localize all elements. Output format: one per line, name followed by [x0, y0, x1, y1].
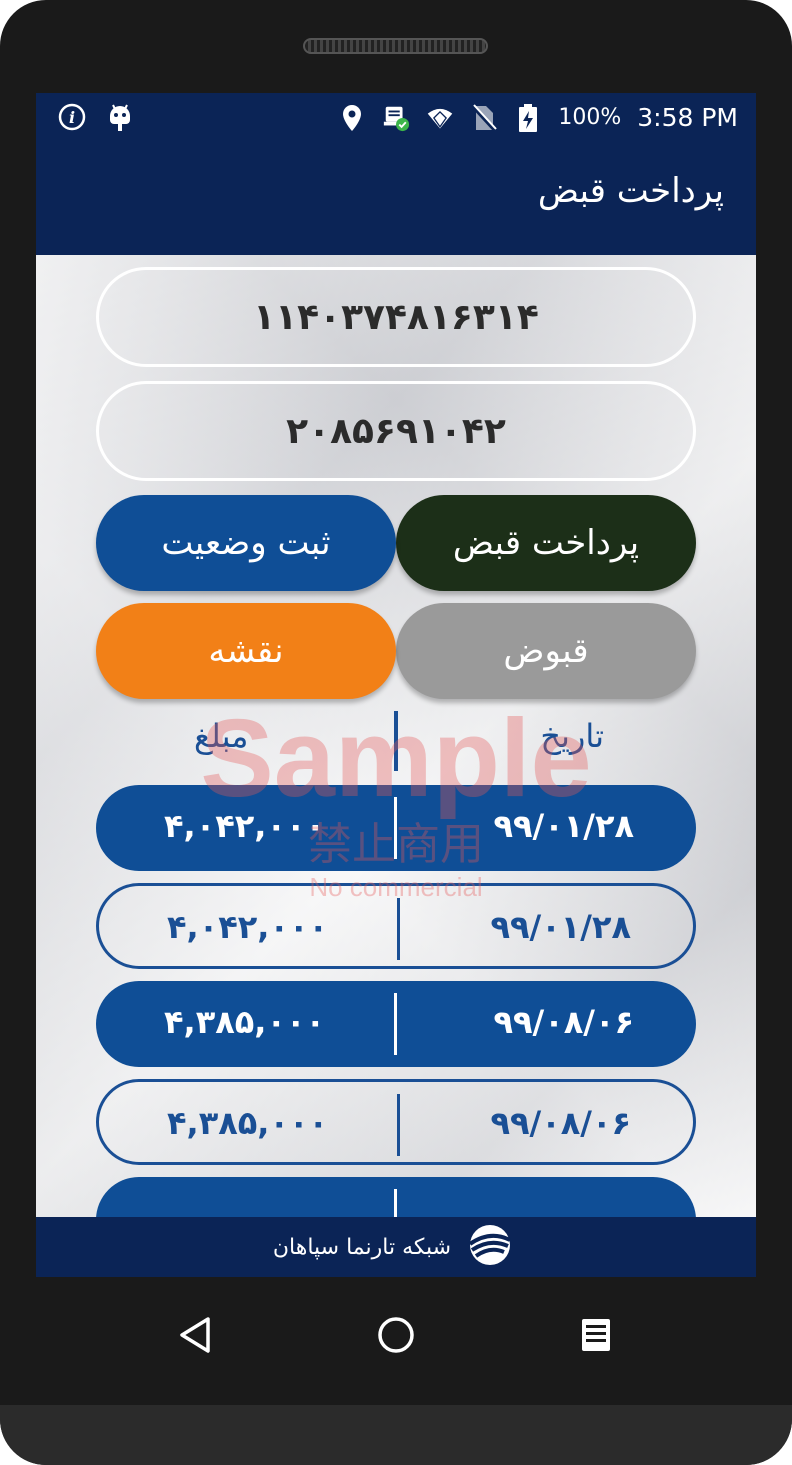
notification-check-icon	[382, 104, 410, 132]
device-frame: i 100% 3:58 PM پرداخت قبض ۱۱۴۰۳۷۴۸۱۶۳۱۴ …	[0, 0, 792, 1465]
home-icon[interactable]	[366, 1305, 426, 1365]
row-date: ۹۹/۰۱/۲۸	[493, 807, 634, 845]
status-bar: i 100% 3:58 PM	[36, 93, 756, 143]
main-content[interactable]: ۱۱۴۰۳۷۴۸۱۶۳۱۴ ۲۰۸۵۶۹۱۰۴۲ پرداخت قبض ثبت …	[36, 255, 756, 1217]
row-divider	[397, 1094, 400, 1156]
table-row[interactable]: ۹۹/۰۱/۲۸ ۴,۰۴۲,۰۰۰	[96, 785, 696, 871]
device-chin	[0, 1405, 792, 1465]
row-amount: ۴,۰۴۲,۰۰۰	[167, 908, 329, 946]
map-button[interactable]: نقشه	[96, 603, 396, 699]
row-date: ۹۹/۰۱/۲۸	[490, 908, 631, 946]
recents-icon[interactable]	[566, 1305, 626, 1365]
row-divider	[394, 797, 397, 859]
pay-bill-button[interactable]: پرداخت قبض	[396, 495, 696, 591]
info-icon: i	[58, 103, 86, 131]
header-divider	[394, 711, 398, 771]
battery-percent: 100%	[558, 105, 622, 130]
payment-id-field[interactable]: ۲۰۸۵۶۹۱۰۴۲	[96, 381, 696, 481]
row-amount: ۴,۳۸۵,۰۰۰	[164, 1003, 326, 1041]
wifi-icon	[426, 104, 454, 132]
register-status-button[interactable]: ثبت وضعیت	[96, 495, 396, 591]
battery-charging-icon	[514, 103, 542, 132]
row-divider	[394, 993, 397, 1055]
table-row[interactable]: ۹۹/۰۱/۲۸ ۴,۰۴۲,۰۰۰	[96, 883, 696, 969]
row-date: ۹۹/۰۸/۰۶	[490, 1104, 631, 1142]
clock: 3:58 PM	[637, 103, 738, 132]
speaker-grille	[303, 38, 488, 54]
location-icon	[338, 104, 366, 132]
row-divider	[394, 1189, 397, 1217]
table-row[interactable]: ۹۹/۰۸/۰۶ ۴,۳۸۵,۰۰۰	[96, 981, 696, 1067]
android-icon	[106, 103, 134, 131]
page-title: پرداخت قبض	[537, 171, 724, 211]
navigation-bar	[0, 1277, 792, 1405]
back-icon[interactable]	[166, 1305, 226, 1365]
footer-brand: شبکه تارنما سپاهان	[36, 1217, 756, 1277]
svg-text:i: i	[69, 108, 75, 127]
row-date: ۹۹/۰۸/۰۶	[493, 1003, 634, 1041]
no-sim-icon	[470, 103, 498, 132]
amount-column-header: مبلغ	[194, 717, 249, 755]
table-row[interactable]: ۹۹/۰۸/۰۶ ۴,۳۸۵,۰۰۰	[96, 1079, 696, 1165]
row-amount: ۴,۰۴۲,۰۰۰	[164, 807, 326, 845]
bills-button[interactable]: قبوض	[396, 603, 696, 699]
footer-text: شبکه تارنما سپاهان	[272, 1234, 452, 1260]
row-amount: ۴,۳۸۵,۰۰۰	[167, 1104, 329, 1142]
date-column-header: تاریخ	[540, 717, 604, 755]
screen: i 100% 3:58 PM پرداخت قبض ۱۱۴۰۳۷۴۸۱۶۳۱۴ …	[36, 93, 756, 1277]
table-header: تاریخ مبلغ	[96, 709, 696, 773]
row-divider	[397, 898, 400, 960]
table-row-partial[interactable]	[96, 1177, 696, 1217]
company-logo-icon	[461, 1222, 519, 1272]
bill-id-field[interactable]: ۱۱۴۰۳۷۴۸۱۶۳۱۴	[96, 267, 696, 367]
app-bar: پرداخت قبض	[36, 143, 756, 255]
